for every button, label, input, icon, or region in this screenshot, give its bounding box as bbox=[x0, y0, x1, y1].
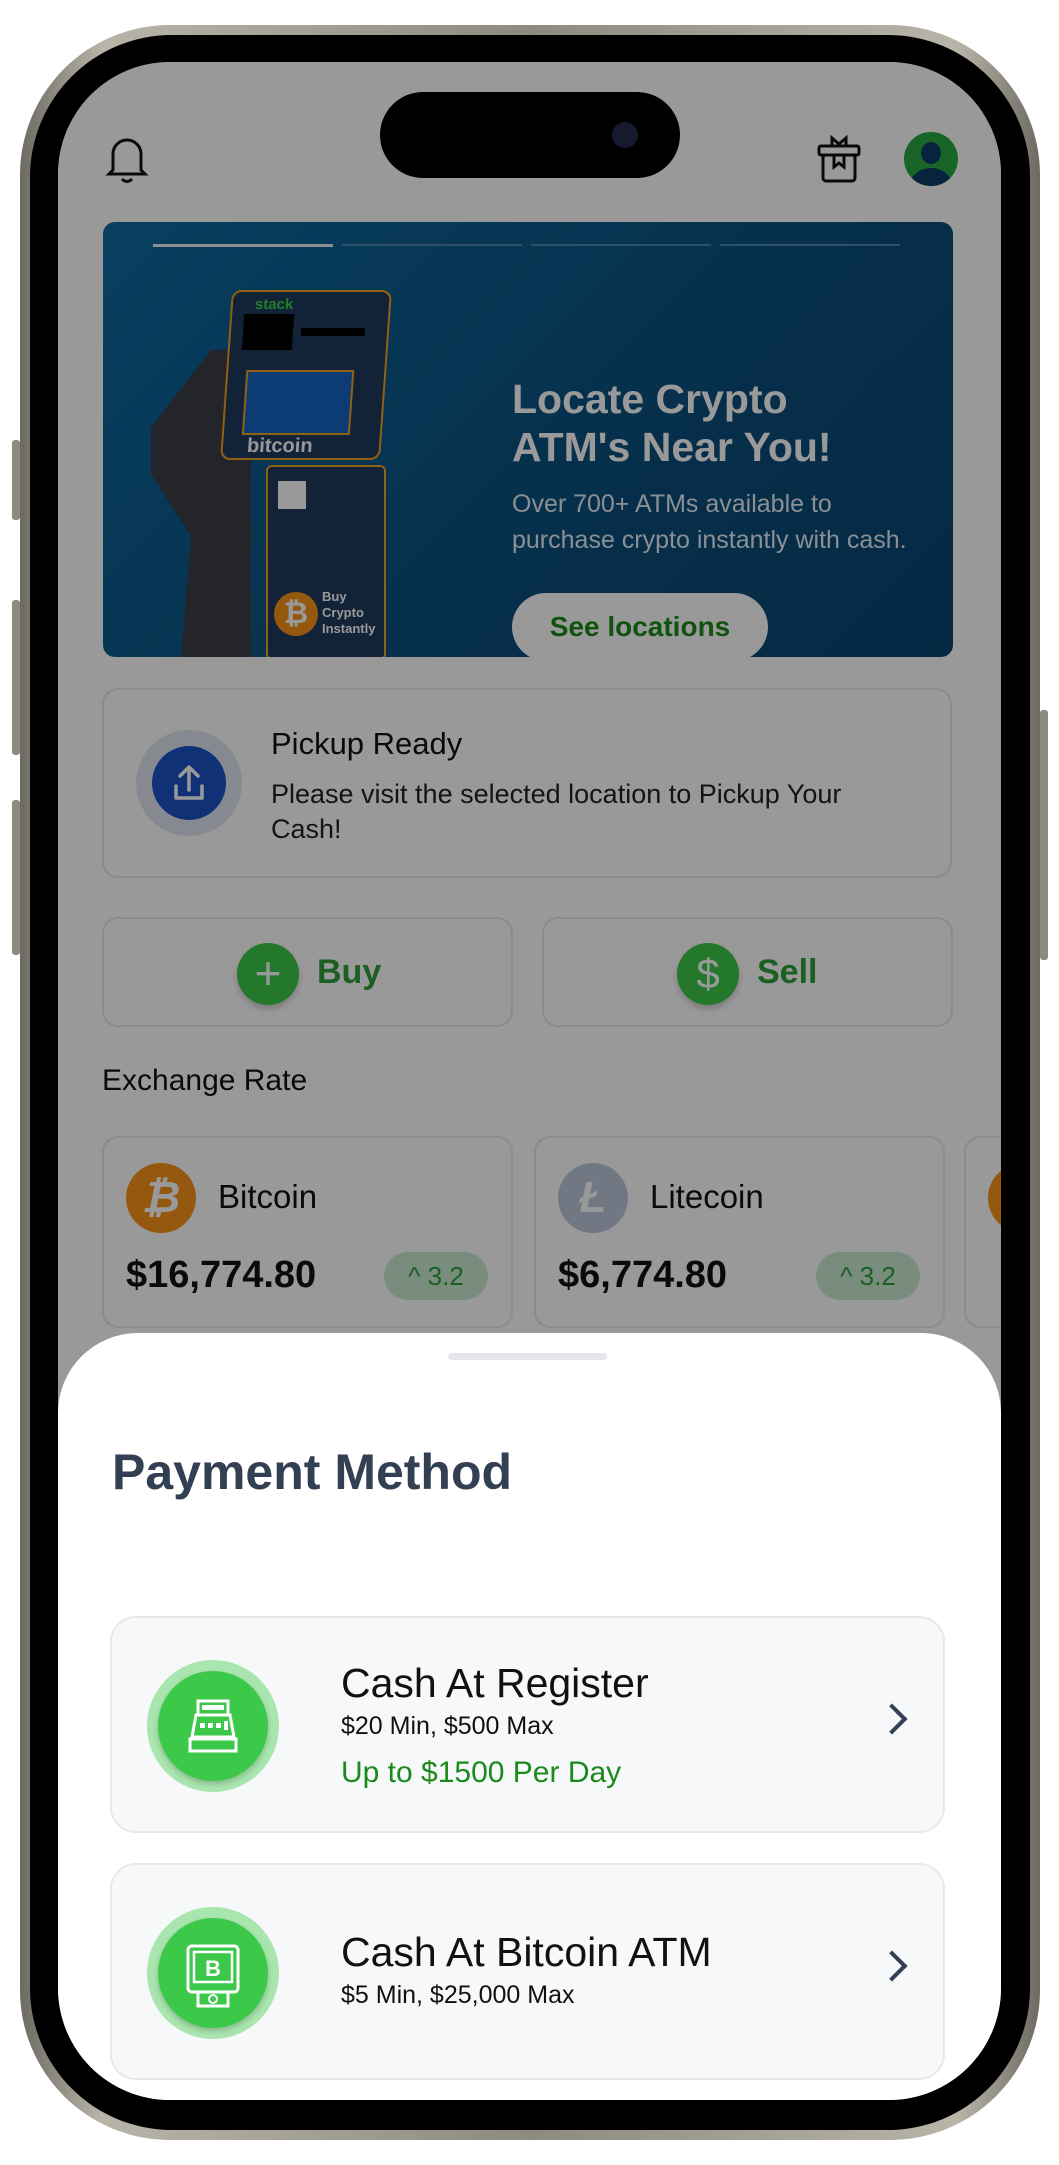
dynamic-island bbox=[380, 92, 680, 178]
cash-register-icon bbox=[147, 1660, 279, 1792]
chevron-right-icon bbox=[876, 1703, 908, 1735]
svg-text:B: B bbox=[205, 1956, 221, 1981]
volume-down-button bbox=[12, 800, 20, 955]
sheet-title: Payment Method bbox=[112, 1444, 513, 1500]
payment-method-sheet: Payment Method Cash At Register $20 Min,… bbox=[58, 1333, 1001, 2100]
payment-option-cash-at-bitcoin-atm[interactable]: B Cash At Bitcoin ATM $5 Min, $25,000 Ma… bbox=[110, 1863, 945, 2080]
volume-up-button bbox=[12, 600, 20, 755]
drag-handle[interactable] bbox=[448, 1353, 607, 1360]
payment-option-cash-at-register[interactable]: Cash At Register $20 Min, $500 Max Up to… bbox=[110, 1616, 945, 1833]
mute-switch bbox=[12, 440, 20, 520]
chevron-right-icon bbox=[876, 1950, 908, 1982]
app-screen: stack bitcoin ₿ Buy Crypto Instantly Loc… bbox=[58, 62, 1001, 2100]
power-button bbox=[1040, 710, 1048, 960]
bitcoin-atm-icon: B bbox=[147, 1907, 279, 2039]
